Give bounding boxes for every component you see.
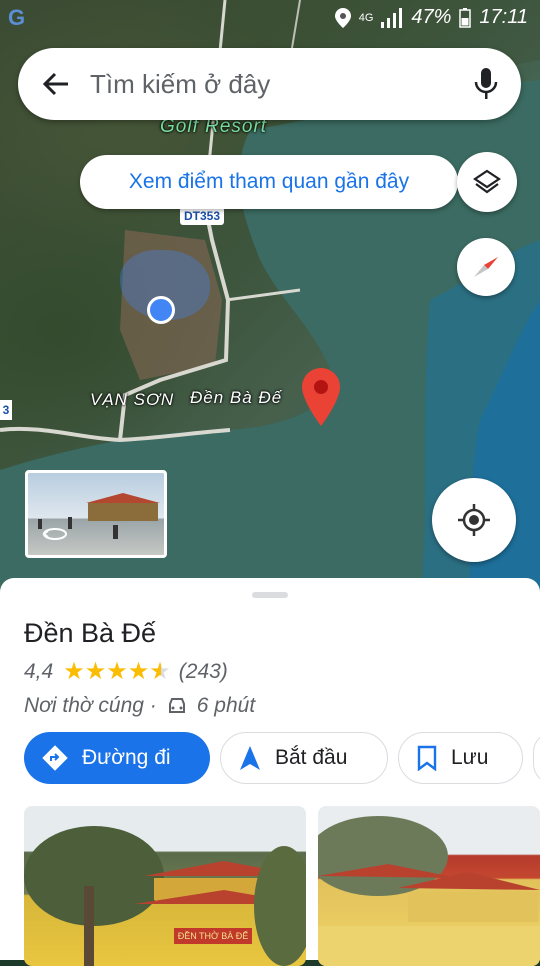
directions-icon [42,745,68,771]
street-view-360-icon [42,528,67,540]
place-photo[interactable]: ĐỀN THỜ BÀ ĐẾ [24,806,306,966]
place-photo[interactable] [318,806,540,966]
temple-photo-scene [318,816,540,966]
more-actions-button[interactable] [533,732,540,784]
start-button[interactable]: Bắt đầu [220,732,388,784]
compass-button[interactable] [457,238,515,296]
map-view[interactable]: Golf Resort DT353 3 VẠN SƠN Đền Bà Đế G [0,0,540,600]
place-category: Nơi thờ cúng · [24,694,157,717]
start-label: Bắt đầu [275,746,348,769]
review-count: (243) [178,660,228,683]
place-map-label[interactable]: Đền Bà Đế [190,388,282,408]
star-rating: ★ ★ ★ ★ ★ [63,660,171,684]
action-buttons: Đường đi Bắt đầu Lưu [24,732,540,784]
battery-percent: 47% [411,6,452,28]
save-label: Lưu [451,746,489,769]
directions-button[interactable]: Đường đi [24,732,210,784]
van-son-label: VẠN SƠN [90,390,175,409]
layers-button[interactable] [457,152,517,212]
my-location-button[interactable] [432,478,516,562]
location-status-icon [334,7,351,28]
road-badge-left: 3 [0,400,12,420]
half-star-icon: ★ [149,658,171,685]
layers-icon [473,169,501,194]
star-icon: ★ [106,658,128,685]
directions-label: Đường đi [82,746,171,769]
photo-carousel[interactable]: ĐỀN THỜ BÀ ĐẾ [24,806,540,966]
star-icon: ★ [63,658,85,685]
temple-photo-scene [24,826,306,966]
signal-icon [381,7,403,28]
red-pin-icon[interactable] [302,368,340,426]
my-location-icon [458,504,490,536]
search-input[interactable]: Tìm kiếm ở đây [90,69,270,100]
drive-time: 6 phút [196,694,256,717]
sheet-drag-handle[interactable] [252,592,288,598]
compass-icon [474,257,498,277]
star-icon: ★ [127,658,150,685]
place-title: Đền Bà Đế [24,618,157,648]
rating-value: 4,4 [24,660,54,683]
star-icon: ★ [84,658,107,685]
rating-row[interactable]: 4,4 ★ ★ ★ ★ ★ (243) [24,660,228,684]
car-icon [168,698,185,713]
save-button[interactable]: Lưu [398,732,523,784]
bookmark-icon [417,745,437,771]
temple-sign: ĐỀN THỜ BÀ ĐẾ [174,928,252,944]
battery-icon [459,7,472,28]
current-location-dot [147,296,175,324]
status-bar: G 4G 47% 17:11 [0,0,540,36]
network-type: 4G [358,11,374,24]
navigation-arrow-icon [240,746,260,770]
back-arrow-icon[interactable] [40,68,72,100]
explore-nearby-chip[interactable]: Xem điểm tham quan gần đây [80,155,458,209]
search-bar[interactable]: Tìm kiếm ở đây [18,48,521,120]
road-badge: DT353 [180,207,224,225]
place-details-sheet[interactable]: Đền Bà Đế 4,4 ★ ★ ★ ★ ★ (243) Nơi thờ cú… [0,578,540,966]
category-row: Nơi thờ cúng · 6 phút [24,694,255,718]
microphone-icon[interactable] [473,66,499,102]
clock: 17:11 [479,6,528,28]
street-view-thumbnail[interactable] [25,470,167,558]
google-logo-icon: G [8,5,26,30]
